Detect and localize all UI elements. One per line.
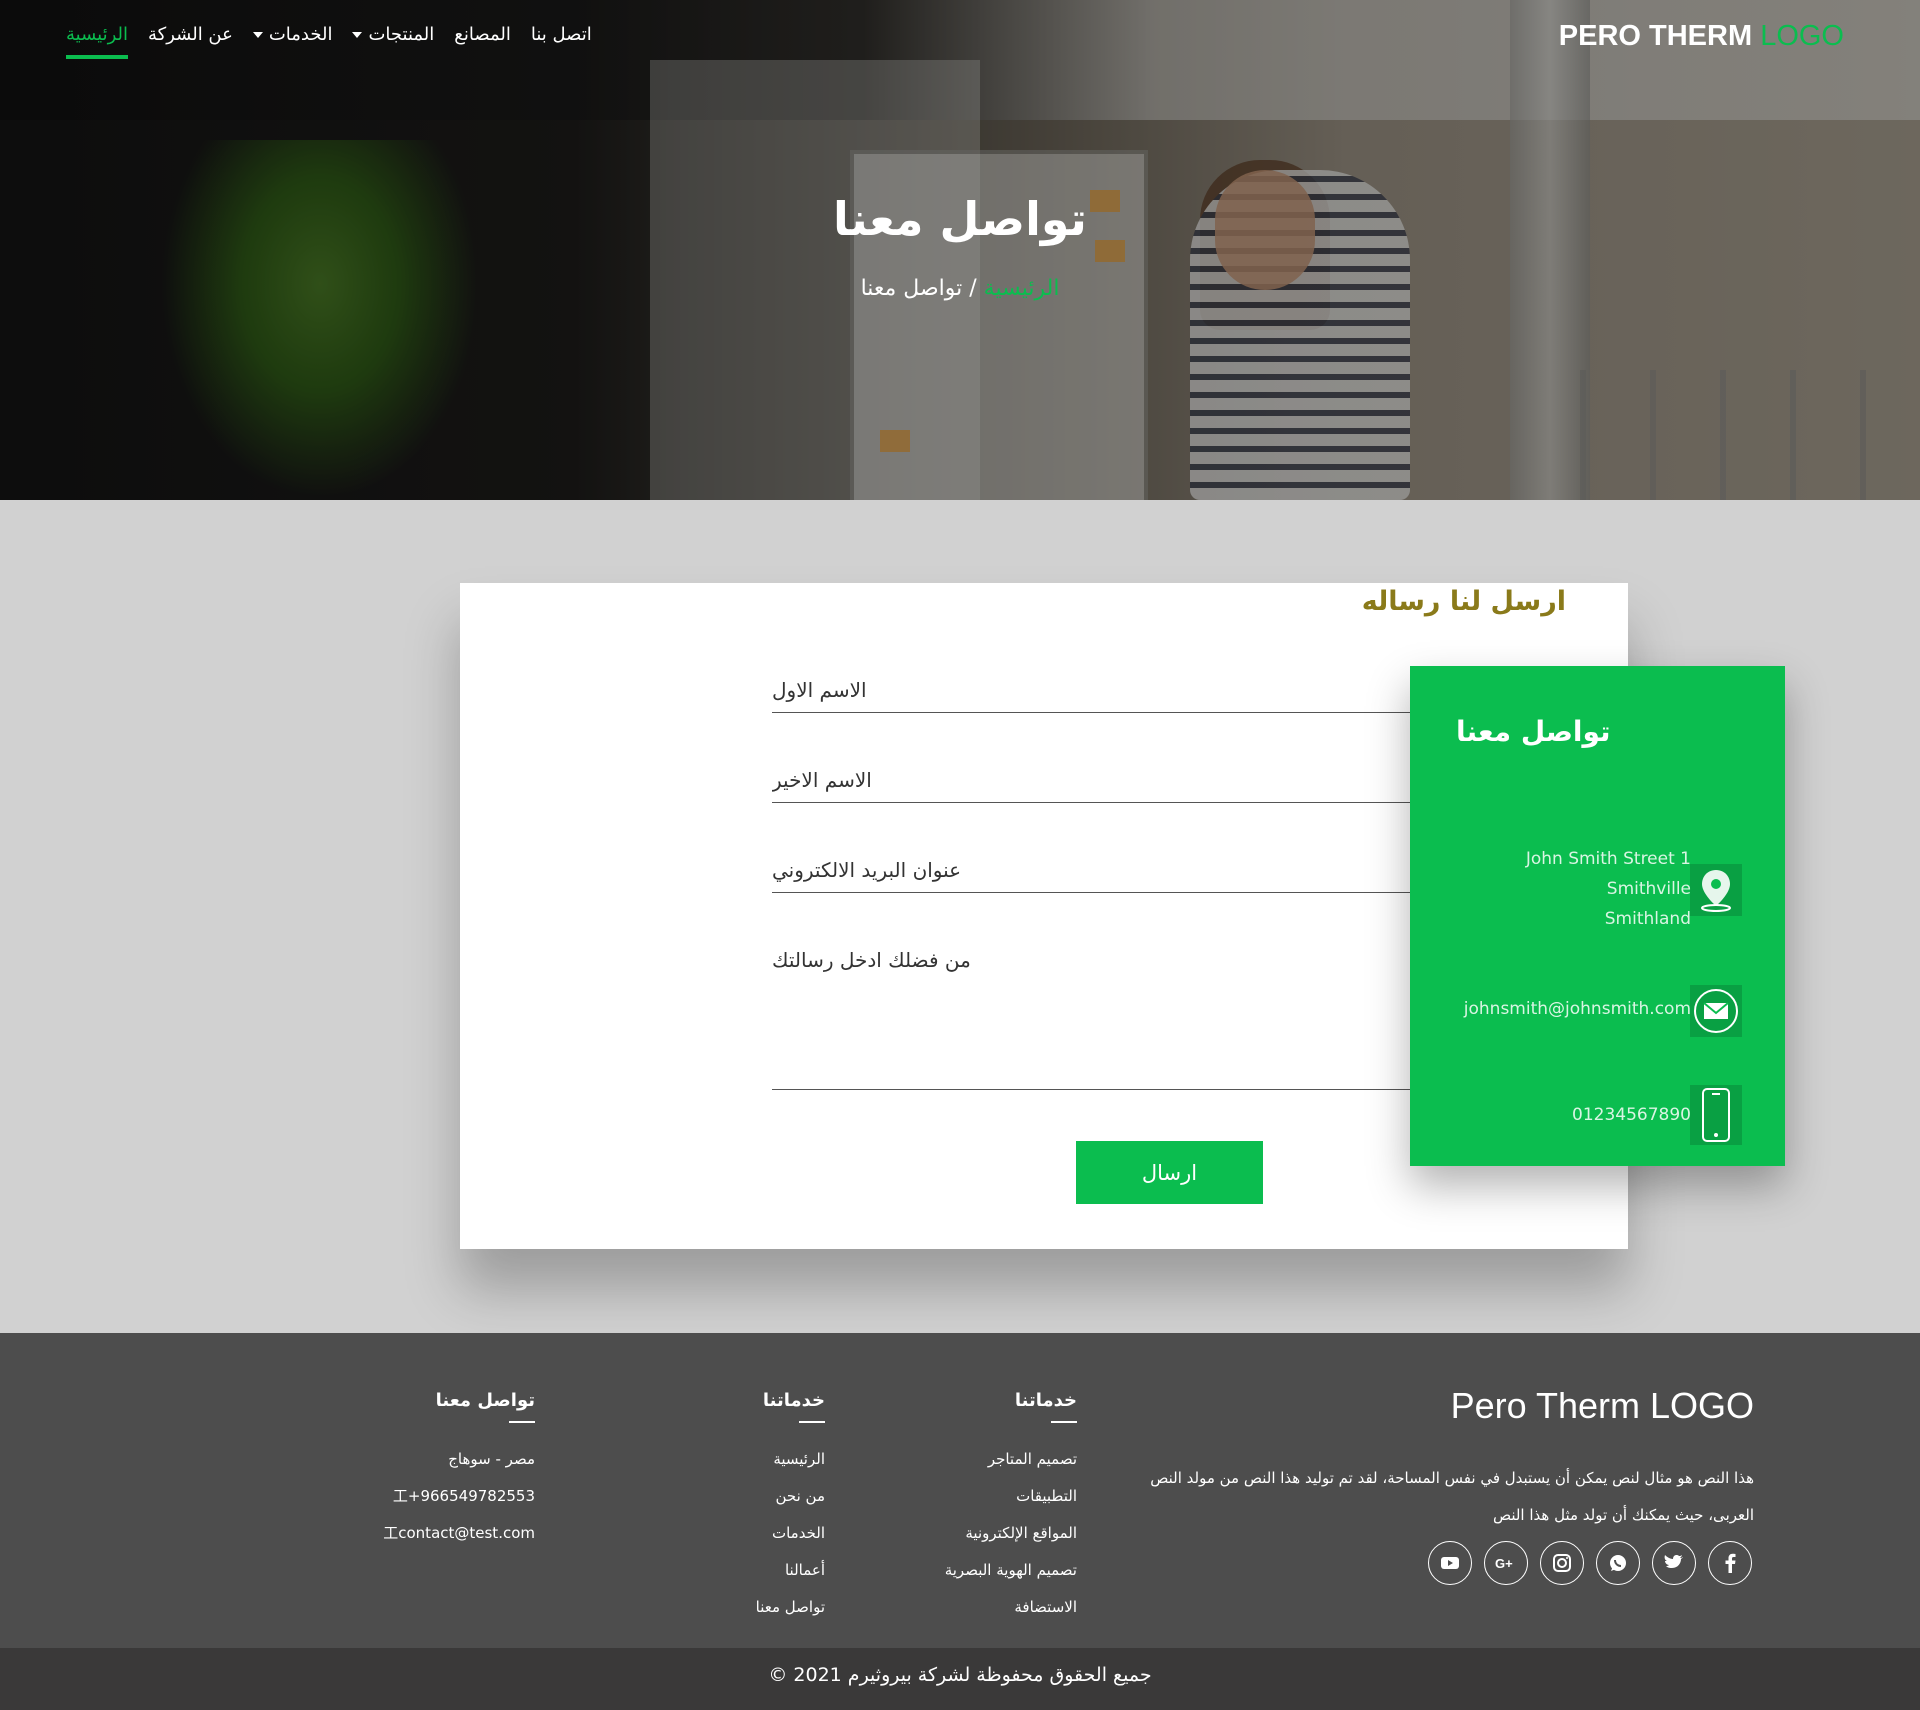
footer-email[interactable]: ⼯contact@test.com [383,1515,535,1552]
footer-link[interactable]: أعمالنا [756,1552,825,1589]
footer-link[interactable]: التطبيقات [945,1478,1077,1515]
nav-item-about[interactable]: عن الشركة [148,24,233,45]
footer-link[interactable]: الرئيسية [756,1441,825,1478]
logo-text: PERO THERM [1558,20,1761,52]
footer-col-title: تواصل معنا [435,1390,535,1411]
footer-col-title: خدماتنا [762,1390,825,1411]
footer-phone[interactable]: ‍⼯+966549782553 [383,1478,535,1515]
breadcrumb-home-link[interactable]: الرئيسية [984,276,1060,301]
google-plus-icon[interactable]: G+ [1484,1541,1528,1585]
send-button[interactable]: ارسال [1076,1141,1263,1204]
footer-link[interactable]: الخدمات [756,1515,825,1552]
footer-link[interactable]: المواقع الإلكترونية [945,1515,1077,1552]
last-name-field[interactable] [772,762,1412,803]
footer-col-title: خدماتنا [1014,1390,1077,1411]
instagram-icon[interactable] [1540,1541,1584,1585]
hero-title: تواصل معنا [833,192,1087,246]
youtube-icon[interactable] [1428,1541,1472,1585]
mail-icon: ⼯ [383,1524,399,1542]
footer-address: مصر - سوهاج [448,1450,535,1468]
form-title: ارسل لنا رساله [1361,586,1566,617]
footer-link[interactable]: من نحن [756,1478,826,1515]
footer-link[interactable]: تصميم الهوية البصرية [945,1552,1077,1589]
footer-link[interactable]: تصميم المتاجر [945,1441,1077,1478]
footer-col-divider [1051,1421,1077,1423]
footer-phone-text: +966549782553 [407,1487,535,1505]
logo-accent-text: LOGO [1760,20,1844,52]
first-name-field[interactable] [772,672,1412,713]
nav-item-label: اتصل بنا [530,24,592,45]
contact-info-title: تواصل معنا [1456,715,1611,748]
email-field[interactable] [772,852,1412,893]
mobile-phone-icon [1690,1085,1742,1145]
nav-item-label: الخدمات [268,24,333,45]
nav-item-label: المصانع [454,24,511,45]
nav-item-label: المنتجات [368,24,435,45]
svg-text:G+: G+ [1495,1556,1513,1570]
contact-email[interactable]: johnsmith@johnsmith.com [1464,994,1691,1024]
breadcrumb-current: تواصل معنا [860,276,963,301]
location-pin-icon [1690,864,1742,916]
footer-link[interactable]: الاستضافة [945,1589,1077,1626]
nav-item-services[interactable]: الخدمات [252,24,333,45]
address-line: Smithville [1606,879,1691,899]
nav-item-label: الرئيسية [66,24,128,45]
twitter-icon[interactable] [1652,1541,1696,1585]
breadcrumb: الرئيسية / تواصل معنا [0,276,1920,301]
footer-col-divider [509,1421,535,1423]
caret-down-icon [352,32,363,38]
nav-item-contact[interactable]: اتصل بنا [531,24,592,45]
whatsapp-icon[interactable] [1596,1541,1640,1585]
footer-col-links: خدماتنا الرئيسية من نحن الخدمات أعمالنا … [756,1390,825,1626]
footer-logo: Pero Therm LOGO [1450,1385,1754,1426]
footer-col-services: خدماتنا تصميم المتاجر التطبيقات المواقع … [945,1390,1077,1626]
message-textarea[interactable] [772,948,1412,1078]
footer-col-contact: تواصل معنا مصر - سوهاج ‍⼯+966549782553 ⼯… [383,1390,535,1552]
site-logo[interactable]: PERO THERM LOGO [1559,20,1844,53]
footer-link[interactable]: تواصل معنا [756,1589,825,1626]
footer-col-divider [799,1421,825,1423]
social-links: G+ [1428,1541,1752,1585]
envelope-icon [1690,985,1742,1037]
contact-address: John Smith Street 1 Smithville Smithland [1526,844,1691,934]
nav-item-label: عن الشركة [148,24,233,45]
nav-item-products[interactable]: المنتجات [352,24,434,45]
last-name-input[interactable] [772,768,1412,792]
address-line: Smithland [1604,909,1691,929]
breadcrumb-separator: / [962,276,984,301]
nav-item-factories[interactable]: المصانع [454,24,511,45]
footer-description: هذا النص هو مثال لنص يمكن أن يستبدل في ن… [1150,1469,1754,1524]
contact-phone[interactable]: 01234567890 [1572,1100,1691,1130]
nav-item-home[interactable]: الرئيسية [66,24,128,59]
first-name-input[interactable] [772,678,1412,702]
facebook-icon[interactable] [1708,1541,1752,1585]
caret-down-icon [252,32,263,38]
footer-email-text: contact@test.com [398,1524,535,1542]
message-field[interactable] [772,942,1412,1090]
phone-icon: ‍⼯ [392,1487,408,1505]
top-navbar: PERO THERM LOGO الرئيسية عن الشركة الخدم… [0,0,1920,80]
copyright-text: جميع الحقوق محفوظة لشركة بيروثيرم 2021 © [768,1664,1152,1686]
main-menu: الرئيسية عن الشركة الخدمات المنتجات المص… [66,24,592,59]
address-line: John Smith Street 1 [1525,849,1691,869]
email-input[interactable] [772,858,1412,882]
